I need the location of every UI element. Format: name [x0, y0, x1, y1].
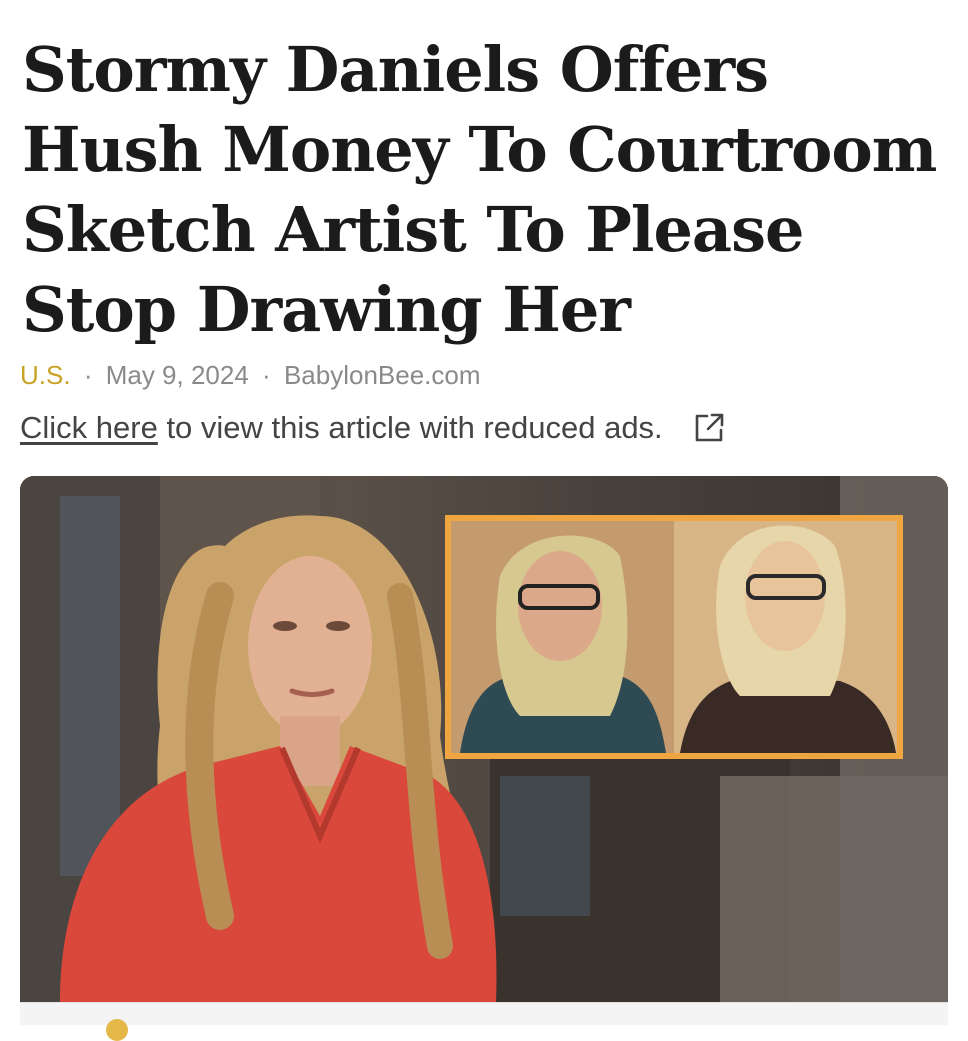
meta-separator: ·: [262, 360, 271, 390]
reduced-ads-text: to view this article with reduced ads.: [157, 410, 663, 445]
meta-separator: ·: [83, 360, 93, 390]
category-link[interactable]: U.S.: [20, 360, 71, 390]
article-date: May 9, 2024: [105, 360, 249, 390]
sketch-inset: [445, 515, 903, 759]
hero-image[interactable]: [20, 476, 948, 1002]
image-caption-strip: [20, 1002, 948, 1041]
external-link-icon[interactable]: [691, 410, 727, 446]
reduced-ads-line: Click here to view this article with red…: [20, 410, 727, 446]
article-headline: Stormy Daniels Offers Hush Money To Cour…: [22, 33, 937, 346]
article-source: BabylonBee.com: [283, 360, 481, 390]
author-avatar-icon: [106, 1019, 128, 1041]
reduced-ads-link[interactable]: Click here: [20, 410, 158, 446]
article-meta: U.S. · May 9, 2024 · BabylonBee.com: [20, 360, 481, 391]
